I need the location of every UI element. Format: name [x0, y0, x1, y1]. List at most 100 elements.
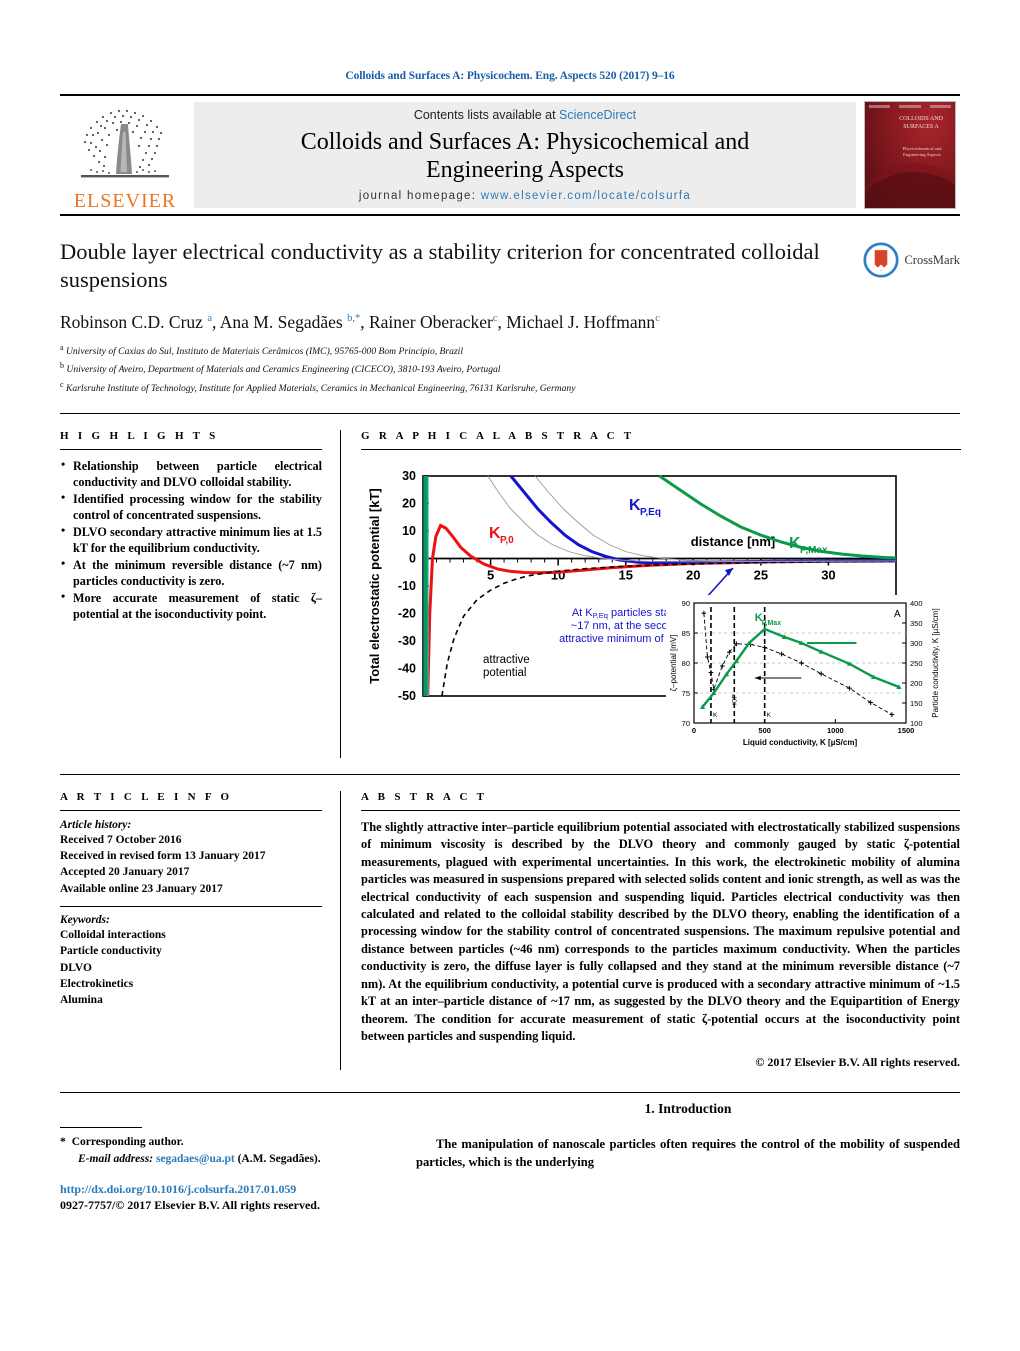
keywords-rule [60, 905, 322, 907]
x-tick-label: 30 [821, 567, 835, 582]
inset-ytick-right: 350 [910, 619, 923, 628]
abstract-rule [361, 809, 960, 811]
elsevier-wordmark: ELSEVIER [73, 190, 177, 212]
corresponding-star: * [60, 1135, 66, 1148]
series-label-kpeq-sub: P,Eq [640, 507, 661, 518]
paper-page: Colloids and Surfaces A: Physicochem. En… [0, 0, 1020, 1351]
inset-ytick-left: 70 [682, 719, 690, 728]
footnote-rule [60, 1126, 142, 1128]
keyword-item: DLVO [60, 961, 92, 974]
journal-title-line2: Engineering Aspects [426, 157, 624, 183]
y-tick-label: -50 [398, 689, 416, 703]
inset-ytick-right: 150 [910, 699, 923, 708]
corresponding-author-line: * Corresponding author. [60, 1134, 360, 1151]
crossmark-icon [863, 242, 899, 278]
annotation-attractive-2: potential [483, 667, 526, 679]
abstract-copyright: © 2017 Elsevier B.V. All rights reserved… [755, 1054, 960, 1069]
affiliation-item: b University of Aveiro, Department of Ma… [60, 361, 501, 376]
inset-ytick-right: 200 [910, 679, 923, 688]
article-history-item: Received in revised form 13 January 2017 [60, 849, 266, 862]
cover-subtitle-text: Physicochemical and Engineering Aspects [902, 146, 942, 157]
inset-ytick-left: 85 [682, 629, 690, 638]
highlights-rule [60, 448, 322, 450]
highlights-column: H I G H L I G H T S Relationship between… [60, 430, 340, 758]
articleinfo-abstract-row: A R T I C L E I N F O Article history: R… [60, 790, 960, 1070]
y-tick-label: 30 [402, 469, 416, 483]
article-history-label: Article history: [60, 818, 132, 831]
inset-ytick-right: 250 [910, 659, 923, 668]
x-tick-label: 5 [487, 567, 494, 582]
keywords-label: Keywords: [60, 913, 110, 926]
abstract-column: A B S T R A C T The slightly attractive … [341, 791, 960, 1070]
homepage-url-link[interactable]: www.elsevier.com/locate/colsurfa [481, 190, 691, 202]
abstract-heading: A B S T R A C T [361, 790, 488, 803]
journal-title: Colloids and Surfaces A: Physicochemical… [301, 128, 750, 185]
keywords-list: Colloidal interactions Particle conductiv… [60, 927, 322, 1009]
article-history-item: Available online 23 January 2017 [60, 882, 223, 895]
series-label-kpmax-sub: P,Max [800, 545, 828, 556]
affiliation-item: c Karlsruhe Institute of Technology, Ins… [60, 379, 576, 394]
graphical-abstract-rule [361, 448, 961, 450]
title-separator-rule [60, 412, 960, 414]
graphical-abstract-figure: -50 -40 -30 -20 -10 0 10 20 30 5 10 15 20 25 30 Total e… [361, 458, 961, 758]
highlights-list: Relationship between particle electrical… [60, 457, 322, 623]
contents-prefix: Contents lists available at [413, 107, 560, 122]
keyword-item: Particle conductivity [60, 945, 162, 958]
article-history-item: Accepted 20 January 2017 [60, 866, 190, 879]
article-info-heading: A R T I C L E I N F O [60, 790, 233, 803]
inset-panel-label: A [894, 609, 901, 620]
annotation-attractive-1: attractive [483, 654, 530, 666]
inset-y-axis-label-right: Particle conductivity, K [µS/cm] [931, 608, 940, 717]
inset-xtick: 500 [758, 726, 771, 735]
running-head: Colloids and Surfaces A: Physicochem. En… [345, 70, 675, 82]
inset-vline-label-icp: ICP [731, 694, 738, 705]
y-tick-label: -30 [398, 634, 416, 648]
highlight-item: Relationship between particle electrical… [60, 457, 322, 490]
article-history-item: Received 7 October 2016 [60, 833, 182, 846]
doi-link[interactable]: http://dx.doi.org/10.1016/j.colsurfa.201… [60, 1182, 360, 1197]
author-list: Robinson C.D. Cruz a, Ana M. Segadães b,… [60, 311, 660, 332]
inset-vline-label-kpmax: K [767, 712, 772, 719]
affiliation-list: a University of Caxias do Sul, Instituto… [60, 342, 960, 396]
article-info-column: A R T I C L E I N F O Article history: R… [60, 791, 340, 1070]
email-link[interactable]: segadaes@ua.pt [156, 1153, 235, 1165]
dlvo-potential-chart: -50 -40 -30 -20 -10 0 10 20 30 5 10 15 20 25 30 Total e… [367, 469, 961, 758]
inset-ytick-right: 400 [910, 599, 923, 608]
inset-ytick-left: 75 [682, 689, 690, 698]
keyword-item: Colloidal interactions [60, 928, 166, 941]
highlight-item: Identified processing window for the sta… [60, 490, 322, 523]
graphical-abstract-heading: G R A P H I C A L A B S T R A C T [361, 429, 635, 442]
inset-label-kpmax-sub: P,Max [762, 620, 781, 627]
sciencedirect-link[interactable]: ScienceDirect [559, 108, 636, 122]
highlights-graphical-row: H I G H L I G H T S Relationship between… [60, 429, 961, 758]
y-tick-label: 10 [402, 524, 416, 538]
series-label-kp0-sub: P,0 [500, 535, 514, 546]
homepage-label: journal homepage: [358, 190, 481, 203]
highlight-item: DLVO secondary attractive minimum lies a… [60, 523, 322, 556]
journal-cover-block: COLLOIDS AND SURFACES A Physicochemical … [860, 96, 960, 214]
email-suffix: (A.M. Segadães). [237, 1153, 321, 1166]
journal-homepage-line: journal homepage: www.elsevier.com/locat… [359, 190, 691, 202]
cover-title-text: COLLOIDS AND SURFACES A [899, 116, 943, 130]
journal-cover-thumbnail: COLLOIDS AND SURFACES A Physicochemical … [864, 101, 956, 209]
issn-copyright-line: 0927-7757/© 2017 Elsevier B.V. All right… [60, 1198, 320, 1213]
email-line: E-mail address: segadaes@ua.pt (A.M. Seg… [60, 1151, 360, 1168]
inset-xtick: 1500 [898, 726, 915, 735]
elsevier-logo: ELSEVIER [60, 96, 190, 214]
inset-vline-label-kp0: K [713, 712, 718, 719]
x-tick-label: 10 [551, 567, 565, 582]
graphical-abstract-bottom-rule [60, 773, 960, 775]
y-tick-label: 20 [402, 496, 416, 510]
crossmark-label: CrossMark [904, 252, 960, 267]
footer-right: 1. Introduction The manipulation of nano… [360, 1093, 960, 1214]
y-tick-label: 0 [409, 551, 416, 565]
crossmark-badge[interactable]: CrossMark [863, 242, 960, 278]
x-tick-label: 20 [686, 567, 700, 582]
y-tick-label: -10 [398, 579, 416, 593]
title-block: Double layer electrical conductivity as … [60, 238, 960, 397]
inset-ytick-right: 300 [910, 639, 923, 648]
y-tick-label: -20 [398, 606, 416, 620]
affiliation-item: a University of Caxias do Sul, Instituto… [60, 343, 464, 358]
email-label: E-mail address: [78, 1153, 154, 1166]
footer-row: * Corresponding author. E-mail address: s… [60, 1093, 960, 1214]
